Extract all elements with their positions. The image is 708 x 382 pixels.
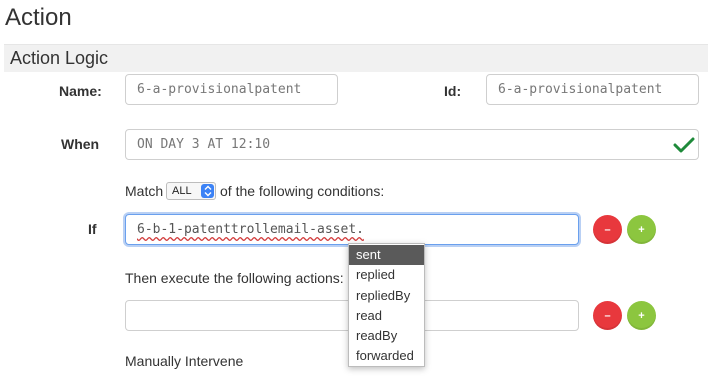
page-title: Action xyxy=(5,4,72,31)
plus-icon: + xyxy=(638,309,645,322)
remove-condition-button[interactable]: – xyxy=(593,215,622,244)
check-icon xyxy=(673,137,695,153)
when-label: When xyxy=(61,136,100,152)
minus-icon: – xyxy=(604,309,611,322)
updown-chevron-icon xyxy=(201,184,214,198)
autocomplete-option-sent[interactable]: sent xyxy=(349,245,424,266)
autocomplete-option-replied[interactable]: replied xyxy=(349,265,424,285)
section-header-bar xyxy=(4,44,708,72)
autocomplete-option-read[interactable]: read xyxy=(349,306,424,326)
autocomplete-option-repliedby[interactable]: repliedBy xyxy=(349,286,424,306)
when-input-value: ON DAY 3 AT 12:10 xyxy=(137,137,271,152)
if-label: If xyxy=(88,221,97,237)
plus-icon: + xyxy=(638,223,645,236)
name-input[interactable]: 6-a-provisionalpatent xyxy=(125,74,338,105)
name-label: Name: xyxy=(59,83,102,99)
autocomplete-dropdown: sent replied repliedBy read readBy forwa… xyxy=(348,243,425,367)
add-condition-button[interactable]: + xyxy=(627,215,656,244)
condition-input[interactable]: 6-b-1-patenttrollemail-asset. xyxy=(125,214,579,245)
autocomplete-option-readby[interactable]: readBy xyxy=(349,326,424,346)
id-input-value: 6-a-provisionalpatent xyxy=(498,82,663,97)
match-select-value: ALL xyxy=(172,185,192,197)
manually-intervene-label[interactable]: Manually Intervene xyxy=(125,353,243,369)
add-action-button[interactable]: + xyxy=(627,301,656,330)
match-select[interactable]: ALL xyxy=(166,182,216,200)
condition-input-value: 6-b-1-patenttrollemail-asset. xyxy=(137,222,364,237)
name-input-value: 6-a-provisionalpatent xyxy=(137,82,302,97)
section-title: Action Logic xyxy=(10,48,109,68)
match-suffix: of the following conditions: xyxy=(220,183,385,199)
minus-icon: – xyxy=(604,223,611,236)
actions-heading: Then execute the following actions: xyxy=(125,270,344,286)
id-label: Id: xyxy=(444,83,462,99)
when-input[interactable]: ON DAY 3 AT 12:10 xyxy=(125,129,699,160)
id-input[interactable]: 6-a-provisionalpatent xyxy=(486,74,699,105)
autocomplete-option-forwarded[interactable]: forwarded xyxy=(349,346,424,366)
remove-action-button[interactable]: – xyxy=(593,301,622,330)
match-prefix: Match xyxy=(125,183,164,199)
